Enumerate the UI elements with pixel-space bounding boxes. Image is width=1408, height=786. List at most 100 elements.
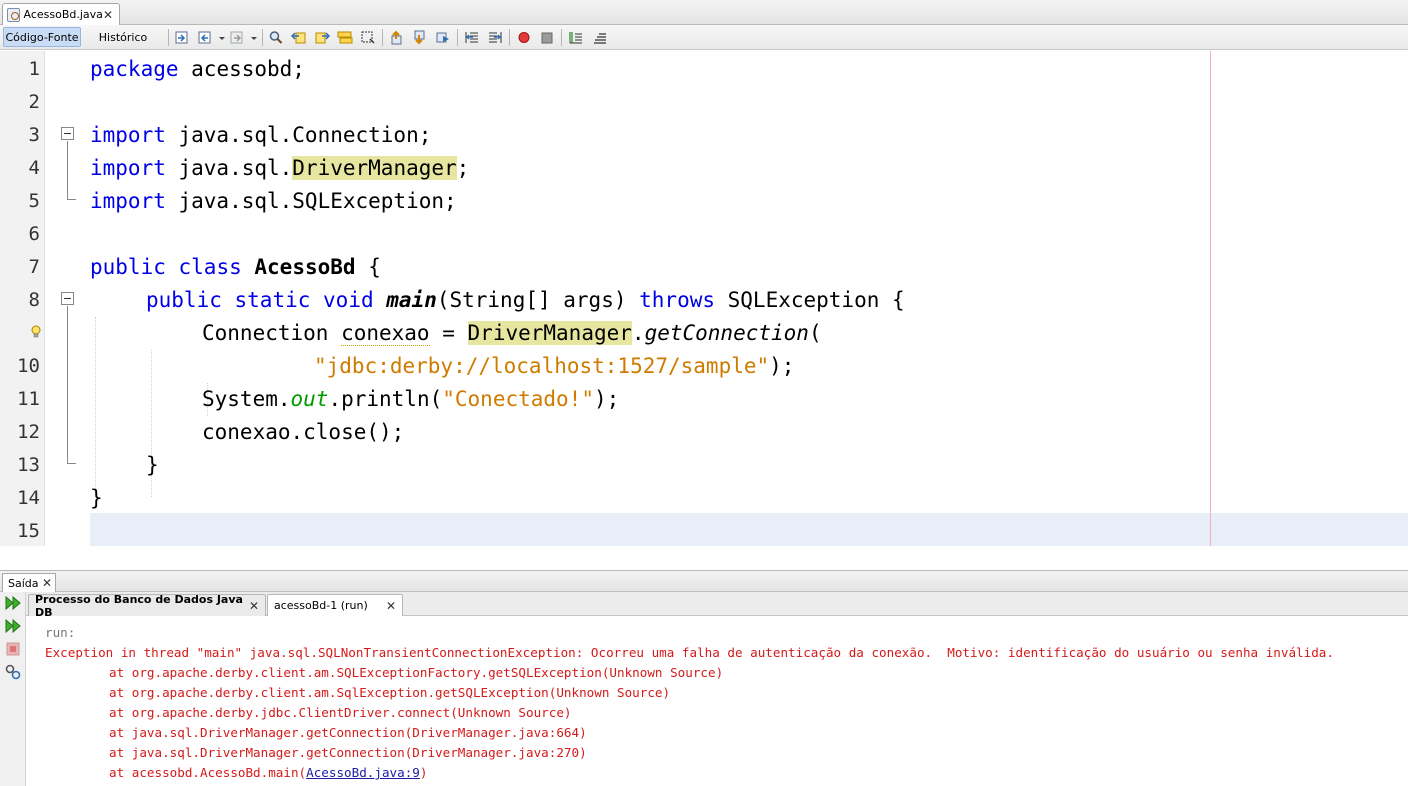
hint-lightbulb-icon[interactable]: [30, 325, 42, 339]
warning-identifier: conexao: [341, 321, 430, 346]
settings-icon[interactable]: [4, 663, 22, 681]
forward-dropdown-icon[interactable]: [246, 30, 258, 45]
keyword: import: [90, 123, 166, 147]
find-next-icon[interactable]: [314, 30, 330, 45]
toggle-highlight-icon[interactable]: [337, 30, 353, 45]
code-line-3: import java.sql.Connection;: [90, 119, 431, 152]
code-line-11: System.out.println("Conectado!");: [202, 383, 619, 416]
line-number: 4: [28, 157, 40, 179]
shift-left-icon[interactable]: [464, 30, 480, 45]
line-number: 1: [28, 58, 40, 80]
find-icon[interactable]: [268, 30, 284, 45]
output-panel-tab[interactable]: Saída ✕: [2, 573, 56, 592]
code-text: conexao.close();: [202, 420, 405, 444]
stop-macro-recording-icon[interactable]: [539, 30, 555, 45]
line-number: 10: [17, 355, 40, 377]
close-output-tab-icon[interactable]: ✕: [249, 599, 259, 613]
highlighted-identifier: DriverManager: [292, 156, 457, 180]
line-number: 6: [28, 223, 40, 245]
rerun-with-options-icon[interactable]: [4, 617, 22, 635]
toggle-bookmark-icon[interactable]: [435, 30, 451, 45]
keyword: public: [90, 255, 166, 279]
line-number: 3: [28, 124, 40, 146]
start-macro-recording-icon[interactable]: [516, 30, 532, 45]
source-view-button[interactable]: Código-Fonte: [3, 27, 81, 47]
next-bookmark-icon[interactable]: [412, 30, 428, 45]
line-number: 5: [28, 190, 40, 212]
output-console[interactable]: run: Exception in thread "main" java.sql…: [27, 617, 1408, 786]
fold-guide-end: [67, 199, 76, 200]
stacktrace-text: at acessobd.AcessoBd.main(: [109, 765, 307, 780]
rerun-icon[interactable]: [4, 594, 22, 612]
stop-icon[interactable]: [4, 640, 22, 658]
code-text: .: [631, 321, 645, 345]
code-text: java.sql.Connection;: [165, 123, 432, 147]
previous-bookmark-icon[interactable]: [389, 30, 405, 45]
close-output-icon[interactable]: ✕: [42, 576, 52, 590]
fold-guide: [67, 141, 68, 199]
code-text: {: [355, 255, 381, 279]
output-tab-run[interactable]: acessoBd-1 (run) ✕: [267, 594, 403, 616]
code-text: acessobd;: [178, 57, 305, 81]
keyword: void: [323, 288, 374, 312]
line-number: 8: [28, 289, 40, 311]
line-number: 15: [17, 520, 40, 542]
static-field: out: [290, 387, 329, 411]
keyword: public: [146, 288, 222, 312]
code-line-7: public class AcessoBd {: [90, 251, 381, 284]
last-edit-icon[interactable]: [174, 30, 190, 45]
output-side-toolbar: [0, 592, 26, 786]
output-exception-line: Exception in thread "main" java.sql.SQLN…: [45, 645, 1334, 660]
close-output-tab-icon[interactable]: ✕: [386, 599, 396, 613]
code-text: .println(: [328, 387, 443, 411]
code-line-10: "jdbc:derby://localhost:1527/sample");: [314, 350, 794, 383]
keyword: package: [90, 57, 179, 81]
find-previous-icon[interactable]: [291, 30, 307, 45]
comment-icon[interactable]: [568, 30, 584, 45]
code-line-8: public static void main(String[] args) t…: [146, 284, 905, 317]
output-tab-java-db-process[interactable]: Processo do Banco de Dados Java DB ✕: [28, 592, 266, 619]
code-editor[interactable]: 1 2 3 4 5 6 7 8 9 10 11 12 13 14 15 pack…: [0, 51, 1408, 561]
line-number-gutter: 1 2 3 4 5 6 7 8 9 10 11 12 13 14 15: [0, 51, 45, 546]
close-tab-icon[interactable]: ✕: [103, 8, 113, 22]
code-text: Connection: [202, 321, 342, 345]
back-dropdown-icon[interactable]: [214, 30, 226, 45]
keyword: class: [178, 255, 242, 279]
java-file-icon: [7, 7, 20, 22]
code-line-12: conexao.close();: [202, 416, 404, 449]
toolbar-separator: [509, 29, 510, 46]
output-run-line: run:: [45, 625, 76, 640]
code-line-13: }: [146, 449, 159, 482]
fold-imports-toggle[interactable]: [61, 127, 74, 140]
forward-icon[interactable]: [229, 30, 245, 45]
highlighted-identifier: DriverManager: [467, 321, 632, 345]
back-icon[interactable]: [197, 30, 213, 45]
source-link[interactable]: AcessoBd.java:9: [306, 765, 420, 780]
class-name: AcessoBd: [254, 255, 356, 279]
code-text: }: [90, 486, 103, 510]
uncomment-icon[interactable]: [592, 30, 608, 45]
keyword: import: [90, 189, 166, 213]
fold-guide-end: [67, 463, 76, 464]
code-text: (String[] args): [436, 288, 640, 312]
toolbar-separator: [561, 29, 562, 46]
toolbar-separator: [168, 29, 169, 46]
output-panel-title: Saída: [8, 576, 39, 590]
toggle-rectangular-selection-icon[interactable]: [360, 30, 376, 45]
output-tab-label: Processo do Banco de Dados Java DB: [35, 592, 243, 619]
string-literal: "jdbc:derby://localhost:1527/sample": [314, 354, 770, 378]
output-stacktrace-line: at org.apache.derby.jdbc.ClientDriver.co…: [109, 705, 572, 720]
code-line-9: Connection conexao = DriverManager.getCo…: [202, 317, 822, 350]
output-stacktrace-line: at java.sql.DriverManager.getConnection(…: [109, 745, 587, 760]
code-line-5: import java.sql.SQLException;: [90, 185, 457, 218]
shift-right-icon[interactable]: [487, 30, 503, 45]
indent-guide: [95, 317, 96, 497]
code-text: ;: [456, 156, 470, 180]
line-number: 2: [28, 91, 40, 113]
line-number: 7: [28, 256, 40, 278]
fold-main-method-toggle[interactable]: [61, 292, 74, 305]
editor-tab-acessobd[interactable]: AcessoBd.java ✕: [2, 3, 120, 25]
line-number: 13: [17, 454, 40, 476]
history-view-button[interactable]: Histórico: [86, 27, 160, 47]
output-tab-label: acessoBd-1 (run): [274, 599, 368, 612]
